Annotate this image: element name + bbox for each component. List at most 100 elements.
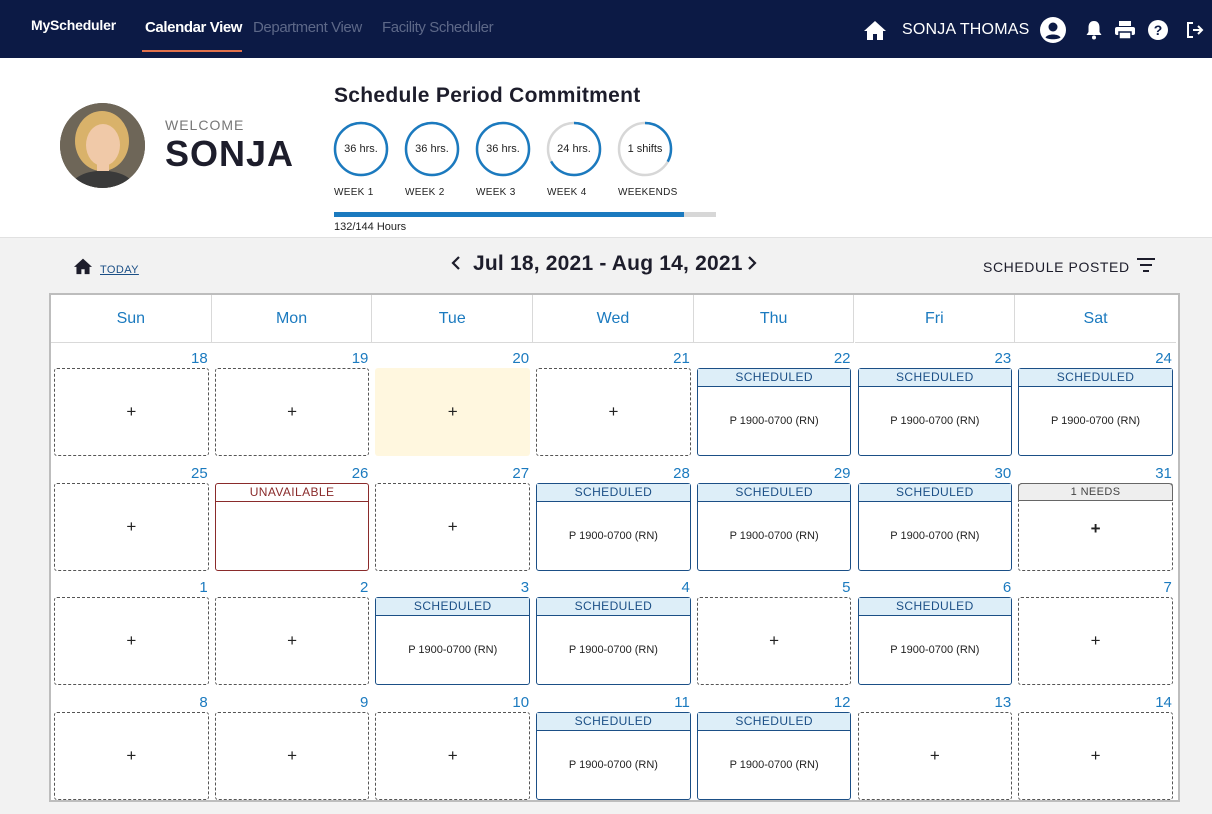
shift-time: P 1900-0700 (RN): [890, 415, 980, 427]
day-header-wed: Wed: [533, 295, 694, 343]
tab-facility-scheduler[interactable]: Facility Scheduler: [382, 19, 494, 36]
day-number: 25: [191, 464, 208, 482]
day-cell-add[interactable]: +: [375, 482, 531, 571]
add-icon: +: [1090, 631, 1101, 650]
scheduled-shift-card[interactable]: SCHEDULED P 1900-0700 (RN): [1018, 368, 1173, 456]
scheduled-shift-card[interactable]: SCHEDULED P 1900-0700 (RN): [857, 368, 1013, 456]
day-number: 2: [360, 579, 369, 596]
add-icon: +: [929, 745, 940, 765]
today-link[interactable]: TODAY: [73, 257, 139, 280]
chevron-right-icon[interactable]: [744, 252, 760, 274]
scheduled-shift-card[interactable]: SCHEDULED P 1900-0700 (RN): [857, 482, 1013, 571]
day-number: 30: [994, 464, 1012, 482]
shift-time: P 1900-0700 (RN): [1050, 415, 1141, 427]
today-label[interactable]: TODAY: [100, 264, 139, 276]
day-number: 4: [681, 579, 690, 596]
scheduled-shift-card[interactable]: SCHEDULED P 1900-0700 (RN): [857, 597, 1013, 685]
unavailable-card[interactable]: UNAVAILABLE: [214, 482, 370, 571]
add-icon: +: [608, 402, 619, 421]
add-icon: +: [287, 631, 297, 650]
bell-icon[interactable]: [1082, 18, 1106, 42]
hours-progress-bar: [334, 212, 716, 217]
user-name[interactable]: SONJA THOMAS: [902, 21, 1029, 39]
week-1-hours: 36 hrs.: [344, 143, 378, 155]
add-icon[interactable]: +: [1019, 501, 1172, 557]
day-cell-add[interactable]: +: [857, 711, 1013, 800]
date-range: Jul 18, 2021 - Aug 14, 2021: [473, 252, 743, 275]
shift-time: P 1900-0700 (RN): [568, 644, 658, 656]
account-circle-icon[interactable]: [1040, 17, 1066, 43]
scheduled-shift-card[interactable]: SCHEDULED P 1900-0700 (RN): [696, 368, 852, 456]
scheduled-shift-card[interactable]: SCHEDULED P 1900-0700 (RN): [536, 711, 691, 800]
scheduled-shift-card[interactable]: SCHEDULED P 1900-0700 (RN): [696, 711, 852, 800]
scheduled-shift-card[interactable]: SCHEDULED P 1900-0700 (RN): [696, 482, 852, 571]
add-icon: +: [447, 516, 458, 536]
day-number: 11: [674, 693, 690, 711]
day-number: 14: [1155, 693, 1172, 711]
shift-status: SCHEDULED: [376, 598, 530, 616]
shift-status: SCHEDULED: [697, 483, 851, 502]
home-icon[interactable]: [863, 18, 887, 42]
day-cell-add[interactable]: +: [696, 597, 852, 685]
week-2-hours: 36 hrs.: [415, 143, 449, 155]
day-cell-add[interactable]: +: [214, 368, 370, 456]
tab-department-view[interactable]: Department View: [253, 19, 362, 36]
help-icon[interactable]: ?: [1146, 18, 1170, 42]
day-number: 6: [1002, 579, 1012, 596]
scheduled-shift-card[interactable]: SCHEDULED P 1900-0700 (RN): [536, 482, 691, 571]
day-cell-add[interactable]: +: [375, 711, 531, 800]
day-cell-add[interactable]: +: [536, 368, 691, 456]
shift-status: SCHEDULED: [537, 712, 690, 731]
printer-icon[interactable]: [1113, 18, 1137, 42]
active-tab-indicator: [142, 50, 242, 52]
day-cell-add[interactable]: +: [214, 711, 370, 800]
day-number: 28: [673, 464, 690, 482]
avatar: [60, 103, 145, 188]
needs-card[interactable]: 1 NEEDS +: [1018, 482, 1173, 571]
day-number: 5: [842, 579, 851, 596]
add-icon: +: [126, 402, 137, 421]
week-2-ring: 36 hrs.: [404, 121, 460, 177]
day-number: 26: [351, 464, 369, 482]
add-icon: +: [126, 745, 137, 765]
filter-icon[interactable]: [1136, 256, 1156, 274]
day-cell-add[interactable]: +: [54, 368, 209, 456]
tab-calendar-view[interactable]: Calendar View: [145, 19, 242, 36]
week-3-ring: 36 hrs.: [475, 121, 531, 177]
today-cell-add[interactable]: +: [375, 368, 531, 456]
logout-icon[interactable]: [1183, 18, 1207, 42]
scheduled-shift-card[interactable]: SCHEDULED P 1900-0700 (RN): [536, 597, 691, 685]
day-cell-add[interactable]: +: [1018, 597, 1173, 685]
day-cell-add[interactable]: +: [54, 482, 209, 571]
day-cell-add[interactable]: +: [1018, 711, 1173, 800]
day-number: 27: [512, 464, 530, 482]
add-icon: +: [1090, 745, 1101, 765]
add-icon: +: [447, 402, 458, 421]
scheduled-shift-card[interactable]: SCHEDULED P 1900-0700 (RN): [375, 597, 531, 685]
day-header-mon: Mon: [211, 295, 373, 343]
day-header-tue: Tue: [372, 295, 534, 343]
day-header-fri: Fri: [854, 295, 1016, 343]
week-4-ring: 24 hrs.: [546, 121, 602, 177]
day-number: 31: [1155, 464, 1172, 482]
day-number: 12: [833, 693, 851, 711]
day-cell-add[interactable]: +: [214, 597, 370, 685]
week-3-hours: 36 hrs.: [486, 143, 520, 155]
chevron-left-icon[interactable]: [448, 252, 464, 274]
add-icon: +: [126, 516, 137, 536]
shift-status: SCHEDULED: [537, 483, 690, 502]
welcome-label: WELCOME: [165, 117, 245, 133]
day-cell-add[interactable]: +: [54, 711, 209, 800]
shift-time: P 1900-0700 (RN): [729, 758, 819, 771]
shift-status: SCHEDULED: [858, 598, 1012, 616]
day-number: 22: [833, 350, 851, 367]
shift-time: P 1900-0700 (RN): [890, 529, 980, 542]
day-cell-add[interactable]: +: [54, 597, 209, 685]
day-header-sat: Sat: [1015, 295, 1176, 343]
shift-time: P 1900-0700 (RN): [568, 529, 658, 542]
shift-time: P 1900-0700 (RN): [890, 644, 980, 656]
day-number: 1: [199, 579, 208, 596]
shift-time: P 1900-0700 (RN): [408, 644, 498, 656]
app-brand[interactable]: MyScheduler: [31, 17, 116, 33]
day-number: 23: [994, 350, 1012, 367]
